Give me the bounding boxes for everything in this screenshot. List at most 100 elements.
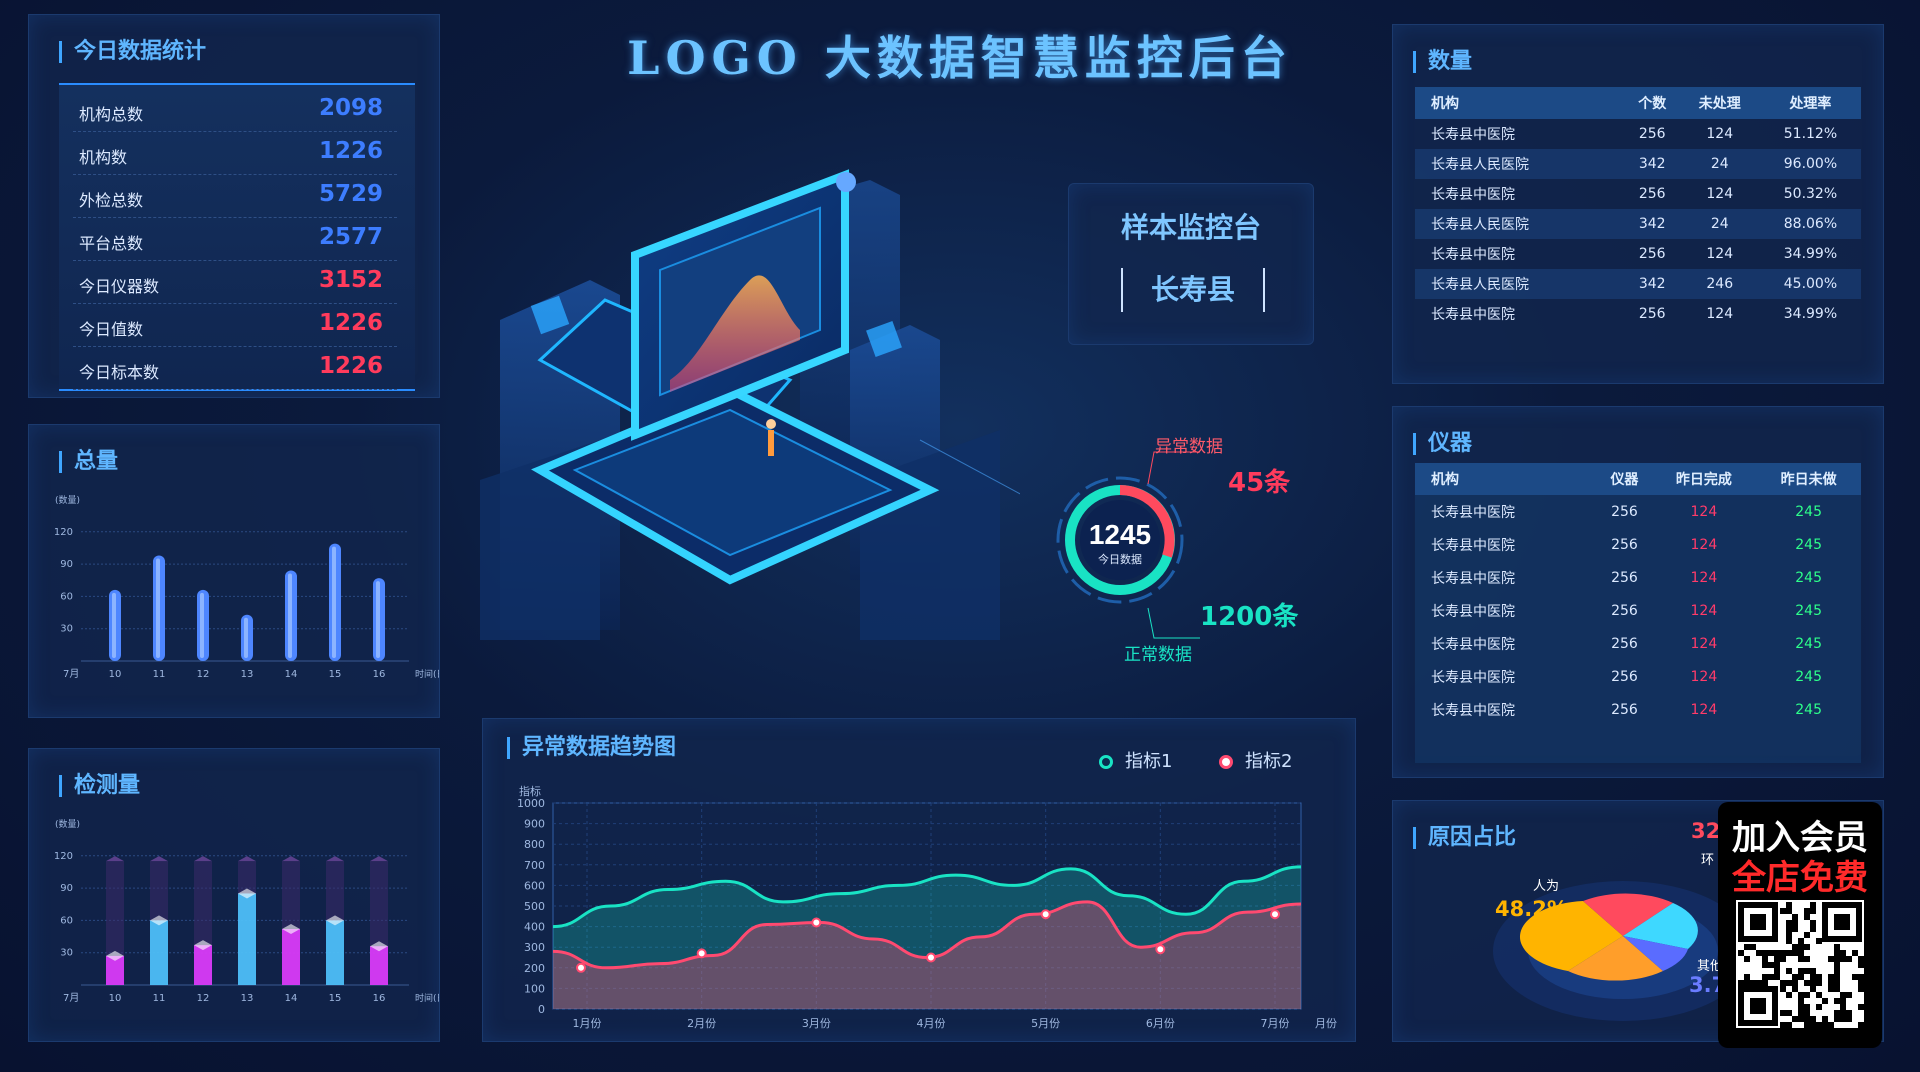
qr-module [1822,1016,1828,1022]
table-row[interactable]: 长寿县人民医院 342 246 45.00% [1415,269,1861,299]
x-tick-label: 10 [109,669,122,680]
qr-module [1774,968,1780,974]
qr-module [1762,950,1768,956]
table-cell: 256 [1638,186,1666,202]
bar [150,920,168,985]
table-row[interactable]: 长寿县中医院 256 124 245 [1415,693,1861,726]
qr-module [1780,980,1786,986]
x-tick-label: 2月份 [687,1017,716,1030]
table-row[interactable]: 长寿县中医院 256 124 34.99% [1415,299,1861,329]
table-cell: 256 [1611,569,1638,586]
stat-label: 机构总数 [79,105,144,124]
y-tick-label: 90 [60,883,73,894]
qr-module [1780,956,1786,962]
qr-module [1798,992,1804,998]
qr-module [1834,962,1840,968]
qr-module [1858,1022,1864,1028]
total-panel: 总量 (数量) 30 60 90 120 7月 时间(日) 10 11 12 13 14 15 16 [28,424,440,718]
bar-background-cap [150,856,168,862]
abnormal-value: 45条 [1228,468,1291,498]
table-row[interactable]: 长寿县中医院 256 124 50.32% [1415,179,1861,209]
bar [238,893,256,985]
instrument-table: 机构 仪器 昨日完成 昨日未做 长寿县中医院 256 124 245 长寿县中医院 256 124 2… [1415,463,1861,726]
table-row[interactable]: 长寿县中医院 256 124 245 [1415,561,1861,594]
isometric-platform-illustration [480,169,1020,640]
qr-module [1762,980,1768,986]
legend-item-1[interactable]: 指标1 [1099,747,1172,773]
table-cell: 长寿县中医院 [1431,247,1515,263]
table-cell: 长寿县中医院 [1431,570,1515,587]
table-row[interactable]: 长寿县中医院 256 124 245 [1415,594,1861,627]
table-cell: 245 [1795,635,1822,652]
ring-total-label: 今日数据 [1098,552,1142,566]
table-header-cell: 昨日完成 [1651,463,1757,495]
qr-module [1846,956,1852,962]
qr-module [1798,944,1804,950]
table-cell: 124 [1706,306,1734,322]
table-cell: 256 [1611,503,1638,520]
data-point [576,962,586,973]
qr-module [1810,1022,1816,1028]
promo-qr-badge[interactable]: 加入会员 全店免费 [1718,802,1882,1048]
table-row[interactable]: 长寿县中医院 256 124 245 [1415,627,1861,660]
table-row[interactable]: 长寿县中医院 256 124 245 [1415,528,1861,561]
qr-module [1786,908,1792,914]
normal-value: 1200条 [1200,602,1299,632]
pie-label-human: 人为 [1533,879,1560,894]
table-cell: 45.00% [1759,269,1861,299]
qr-module [1810,926,1816,932]
y-tick-label: 300 [524,941,545,954]
table-row[interactable]: 长寿县中医院 256 124 245 [1415,495,1861,528]
stat-row: 平台总数 2577 [73,218,397,261]
stat-row: 今日值数 1226 [73,304,397,347]
qr-module [1792,980,1798,986]
qr-module [1840,998,1846,1004]
x-tick-label: 11 [153,669,166,680]
table-cell: 长寿县中医院 [1431,636,1515,653]
bar [370,946,388,985]
table-cell: 长寿县中医院 [1431,504,1515,521]
x-tick-label: 7月份 [1261,1017,1290,1030]
x-unit-label: 时间(日) [415,668,439,680]
bar-highlight [288,573,292,658]
qr-module [1744,974,1750,980]
qr-module [1804,1022,1810,1028]
y-tick-label: 700 [524,859,545,872]
table-cell: 245 [1795,602,1822,619]
stat-row: 今日仪器数 3152 [73,261,397,304]
qr-module [1786,992,1792,998]
table-row[interactable]: 长寿县中医院 256 124 51.12% [1415,119,1861,149]
qr-module [1798,968,1804,974]
x-unit-label: 时间(日) [415,992,439,1004]
qr-module [1762,962,1768,968]
x-tick-label: 6月份 [1146,1017,1175,1030]
qr-module [1816,938,1822,944]
qr-module [1822,998,1828,1004]
table-header-cell: 处理率 [1759,87,1861,119]
stat-value: 1226 [318,138,383,164]
sample-monitor-title: 样本监控台 [1120,211,1261,244]
table-row[interactable]: 长寿县人民医院 342 24 96.00% [1415,149,1861,179]
qr-module [1852,974,1858,980]
table-cell: 长寿县中医院 [1431,603,1515,620]
qr-module [1810,920,1816,926]
legend-item-2[interactable]: 指标2 [1219,747,1292,773]
table-row[interactable]: 长寿县中医院 256 124 34.99% [1415,239,1861,269]
sample-monitor-box: 样本监控台 长寿县 [1068,183,1314,345]
bar-background-cap [370,856,388,862]
trend-area-chart: 指标 0 100 200 300 400 500 600 700 800 900 1000 1月份 2月份… [517,784,1337,1030]
qr-module [1786,932,1792,938]
qr-module [1750,944,1756,950]
y-unit-label: (数量) [55,494,80,506]
month-label: 7月 [63,992,79,1004]
table-header-cell: 仪器 [1597,463,1652,495]
x-tick-label: 11 [153,993,166,1004]
qr-module [1840,1016,1846,1022]
y-tick-label: 600 [524,879,545,892]
table-header-cell: 机构 [1415,87,1625,119]
table-row[interactable]: 长寿县人民医院 342 24 88.06% [1415,209,1861,239]
table-row[interactable]: 长寿县中医院 256 124 245 [1415,660,1861,693]
y-tick-label: 60 [60,915,73,926]
table-cell: 256 [1611,635,1638,652]
county-selector[interactable]: 长寿县 [1121,268,1265,312]
